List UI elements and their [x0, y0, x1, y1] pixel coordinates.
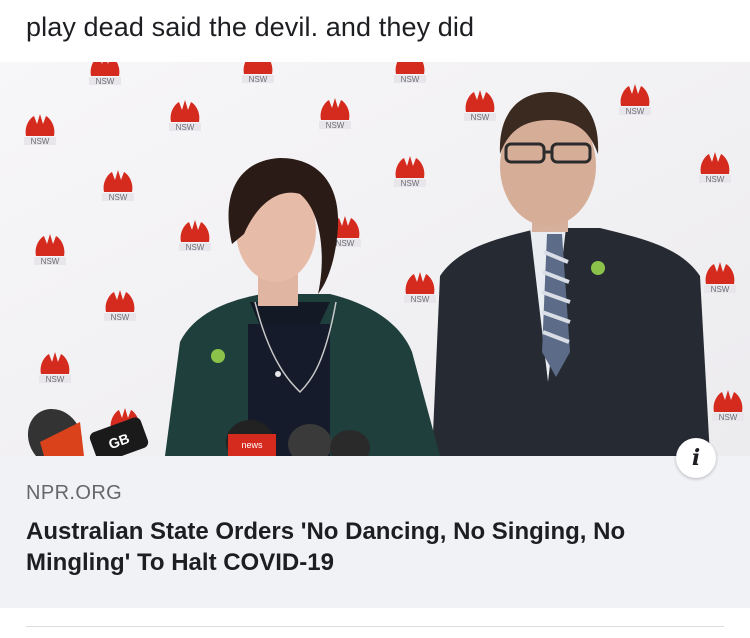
- info-icon: i: [691, 445, 701, 471]
- divider: [26, 626, 724, 627]
- post-caption: play dead said the devil. and they did: [26, 12, 475, 42]
- link-preview-image[interactable]: NSW: [0, 62, 750, 456]
- svg-text:news: news: [241, 440, 263, 450]
- link-headline[interactable]: Australian State Orders 'No Dancing, No …: [26, 516, 726, 578]
- link-domain: NPR.ORG: [26, 482, 123, 504]
- link-preview-card[interactable]: NSW: [0, 62, 750, 608]
- info-button[interactable]: i: [676, 438, 716, 478]
